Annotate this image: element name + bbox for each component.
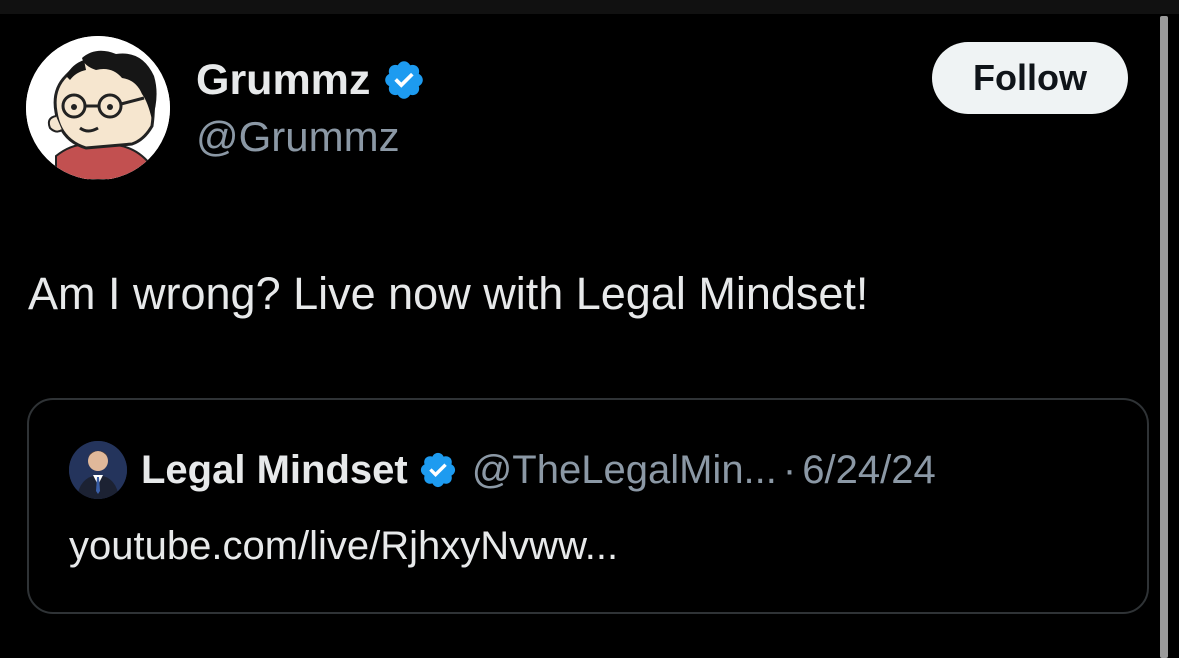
scrollbar[interactable]: [1160, 16, 1168, 658]
verified-badge-icon[interactable]: [382, 58, 426, 102]
quoted-post-date[interactable]: 6/24/24: [802, 448, 935, 493]
cartoon-face-icon: [26, 36, 170, 180]
author-avatar[interactable]: [26, 36, 170, 180]
author-name-row: Grummz: [196, 52, 426, 108]
quoted-author-avatar[interactable]: [69, 441, 127, 499]
quoted-post-card[interactable]: Legal Mindset @TheLegalMin... · 6/24/24 …: [27, 398, 1149, 614]
person-photo-icon: [69, 441, 127, 499]
separator-dot: ·: [782, 447, 797, 492]
quoted-post-link[interactable]: youtube.com/live/RjhxyNvww...: [69, 524, 618, 569]
author-display-name[interactable]: Grummz: [196, 58, 370, 102]
verified-badge-icon[interactable]: [418, 450, 458, 490]
post-text: Am I wrong? Live now with Legal Mindset!: [28, 268, 869, 319]
follow-button[interactable]: Follow: [932, 42, 1128, 114]
quoted-display-name[interactable]: Legal Mindset: [141, 448, 408, 493]
author-handle[interactable]: @Grummz: [196, 116, 400, 158]
quoted-post-header: Legal Mindset @TheLegalMin... · 6/24/24: [69, 438, 936, 502]
top-bar: [0, 0, 1179, 14]
quoted-handle[interactable]: @TheLegalMin...: [472, 448, 777, 493]
